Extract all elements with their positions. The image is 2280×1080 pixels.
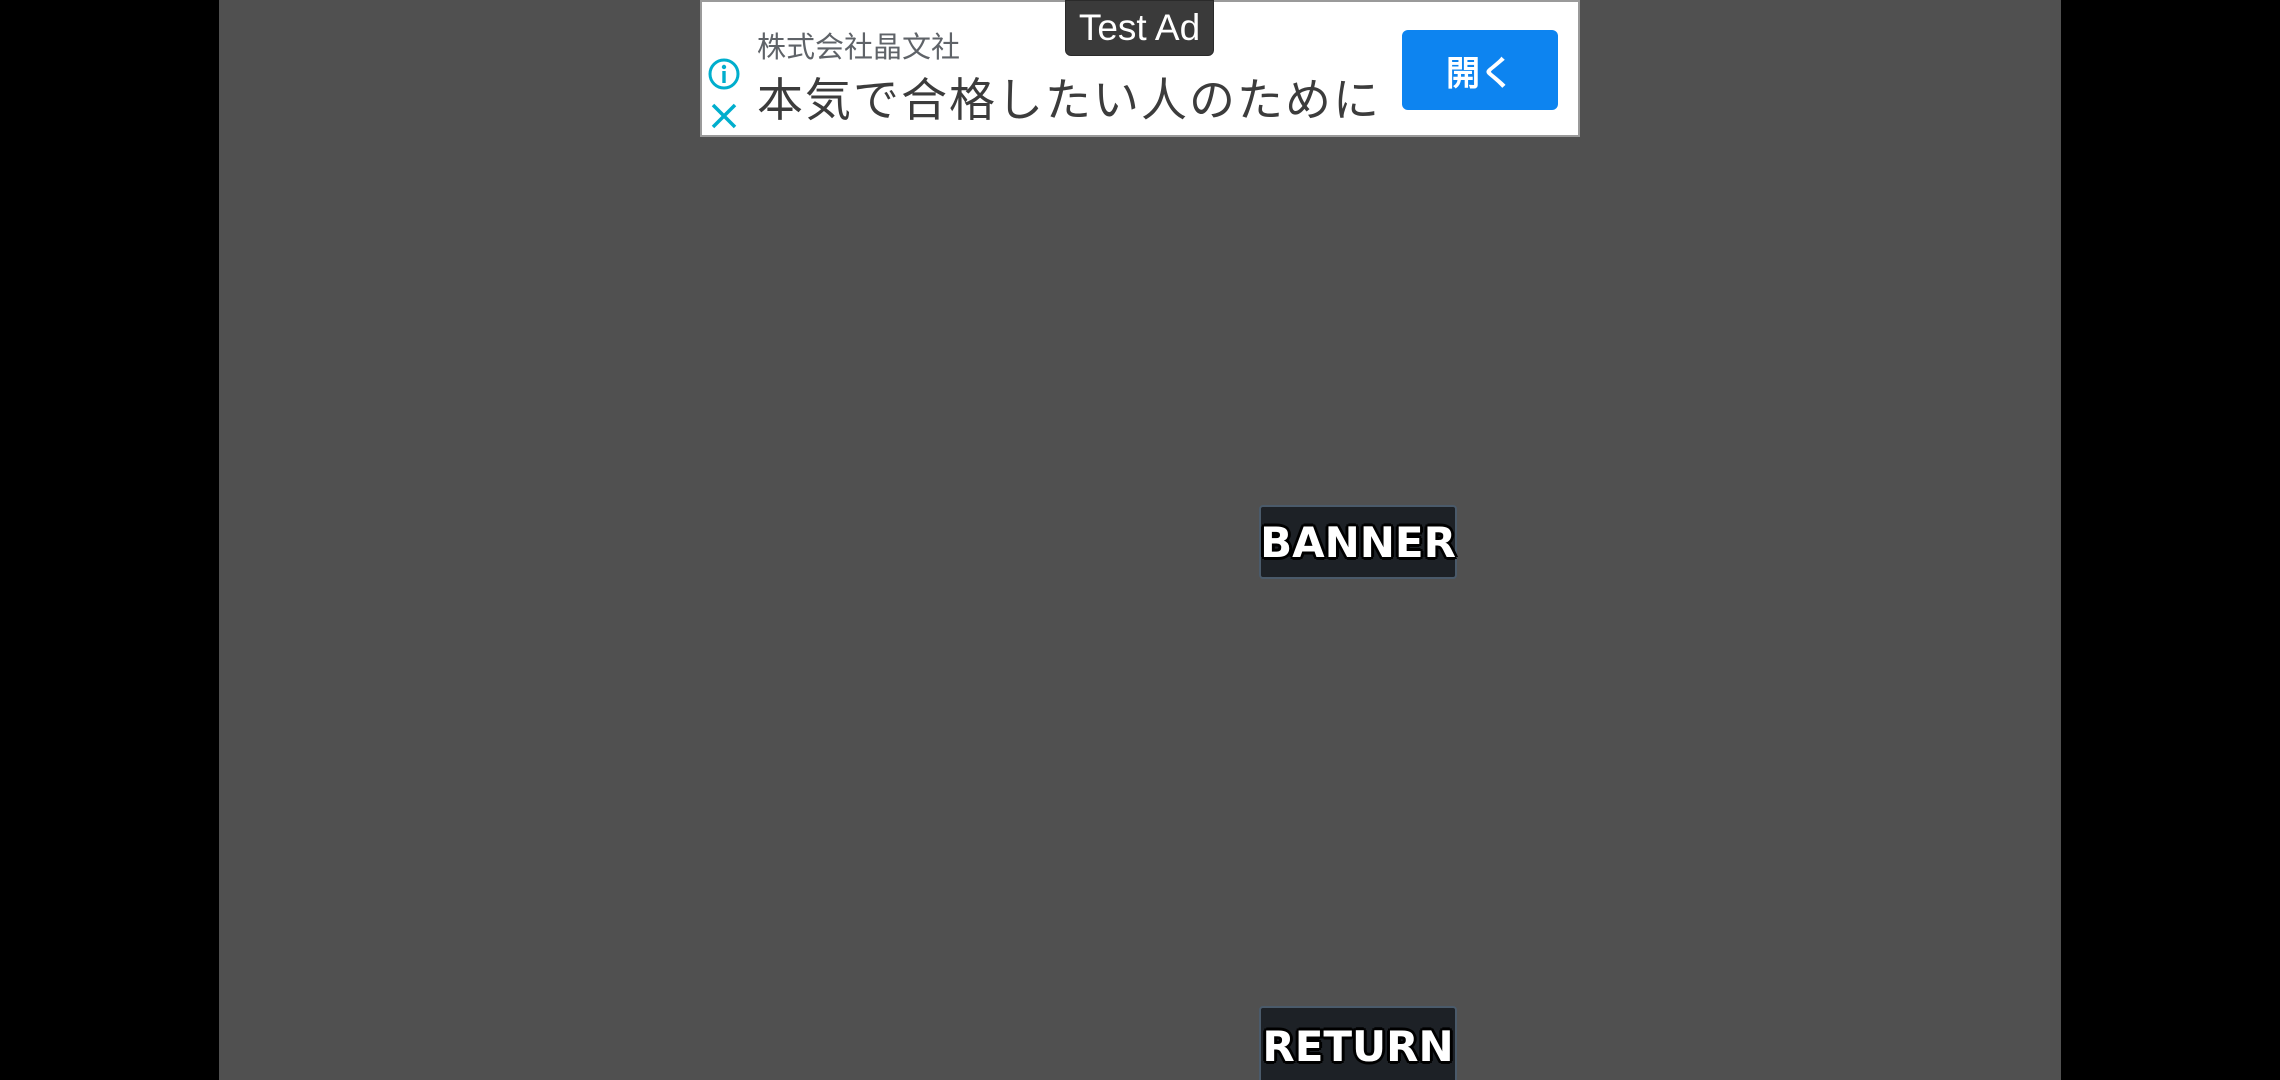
ad-open-button[interactable]: 開く [1402, 30, 1558, 110]
game-area: BANNER RETURN [219, 0, 2061, 1080]
test-ad-label: Test Ad [1065, 0, 1214, 56]
banner-button[interactable]: BANNER [1259, 505, 1457, 579]
screen: BANNER RETURN 株式会社晶文社 本気で合格したい人のために 開く T… [0, 0, 2280, 1080]
close-icon[interactable] [710, 102, 738, 130]
ad-headline[interactable]: 本気で合格したい人のために [757, 64, 1381, 130]
ad-advertiser: 株式会社晶文社 [757, 30, 961, 64]
return-button[interactable]: RETURN [1259, 1006, 1457, 1080]
info-icon[interactable] [707, 57, 741, 91]
